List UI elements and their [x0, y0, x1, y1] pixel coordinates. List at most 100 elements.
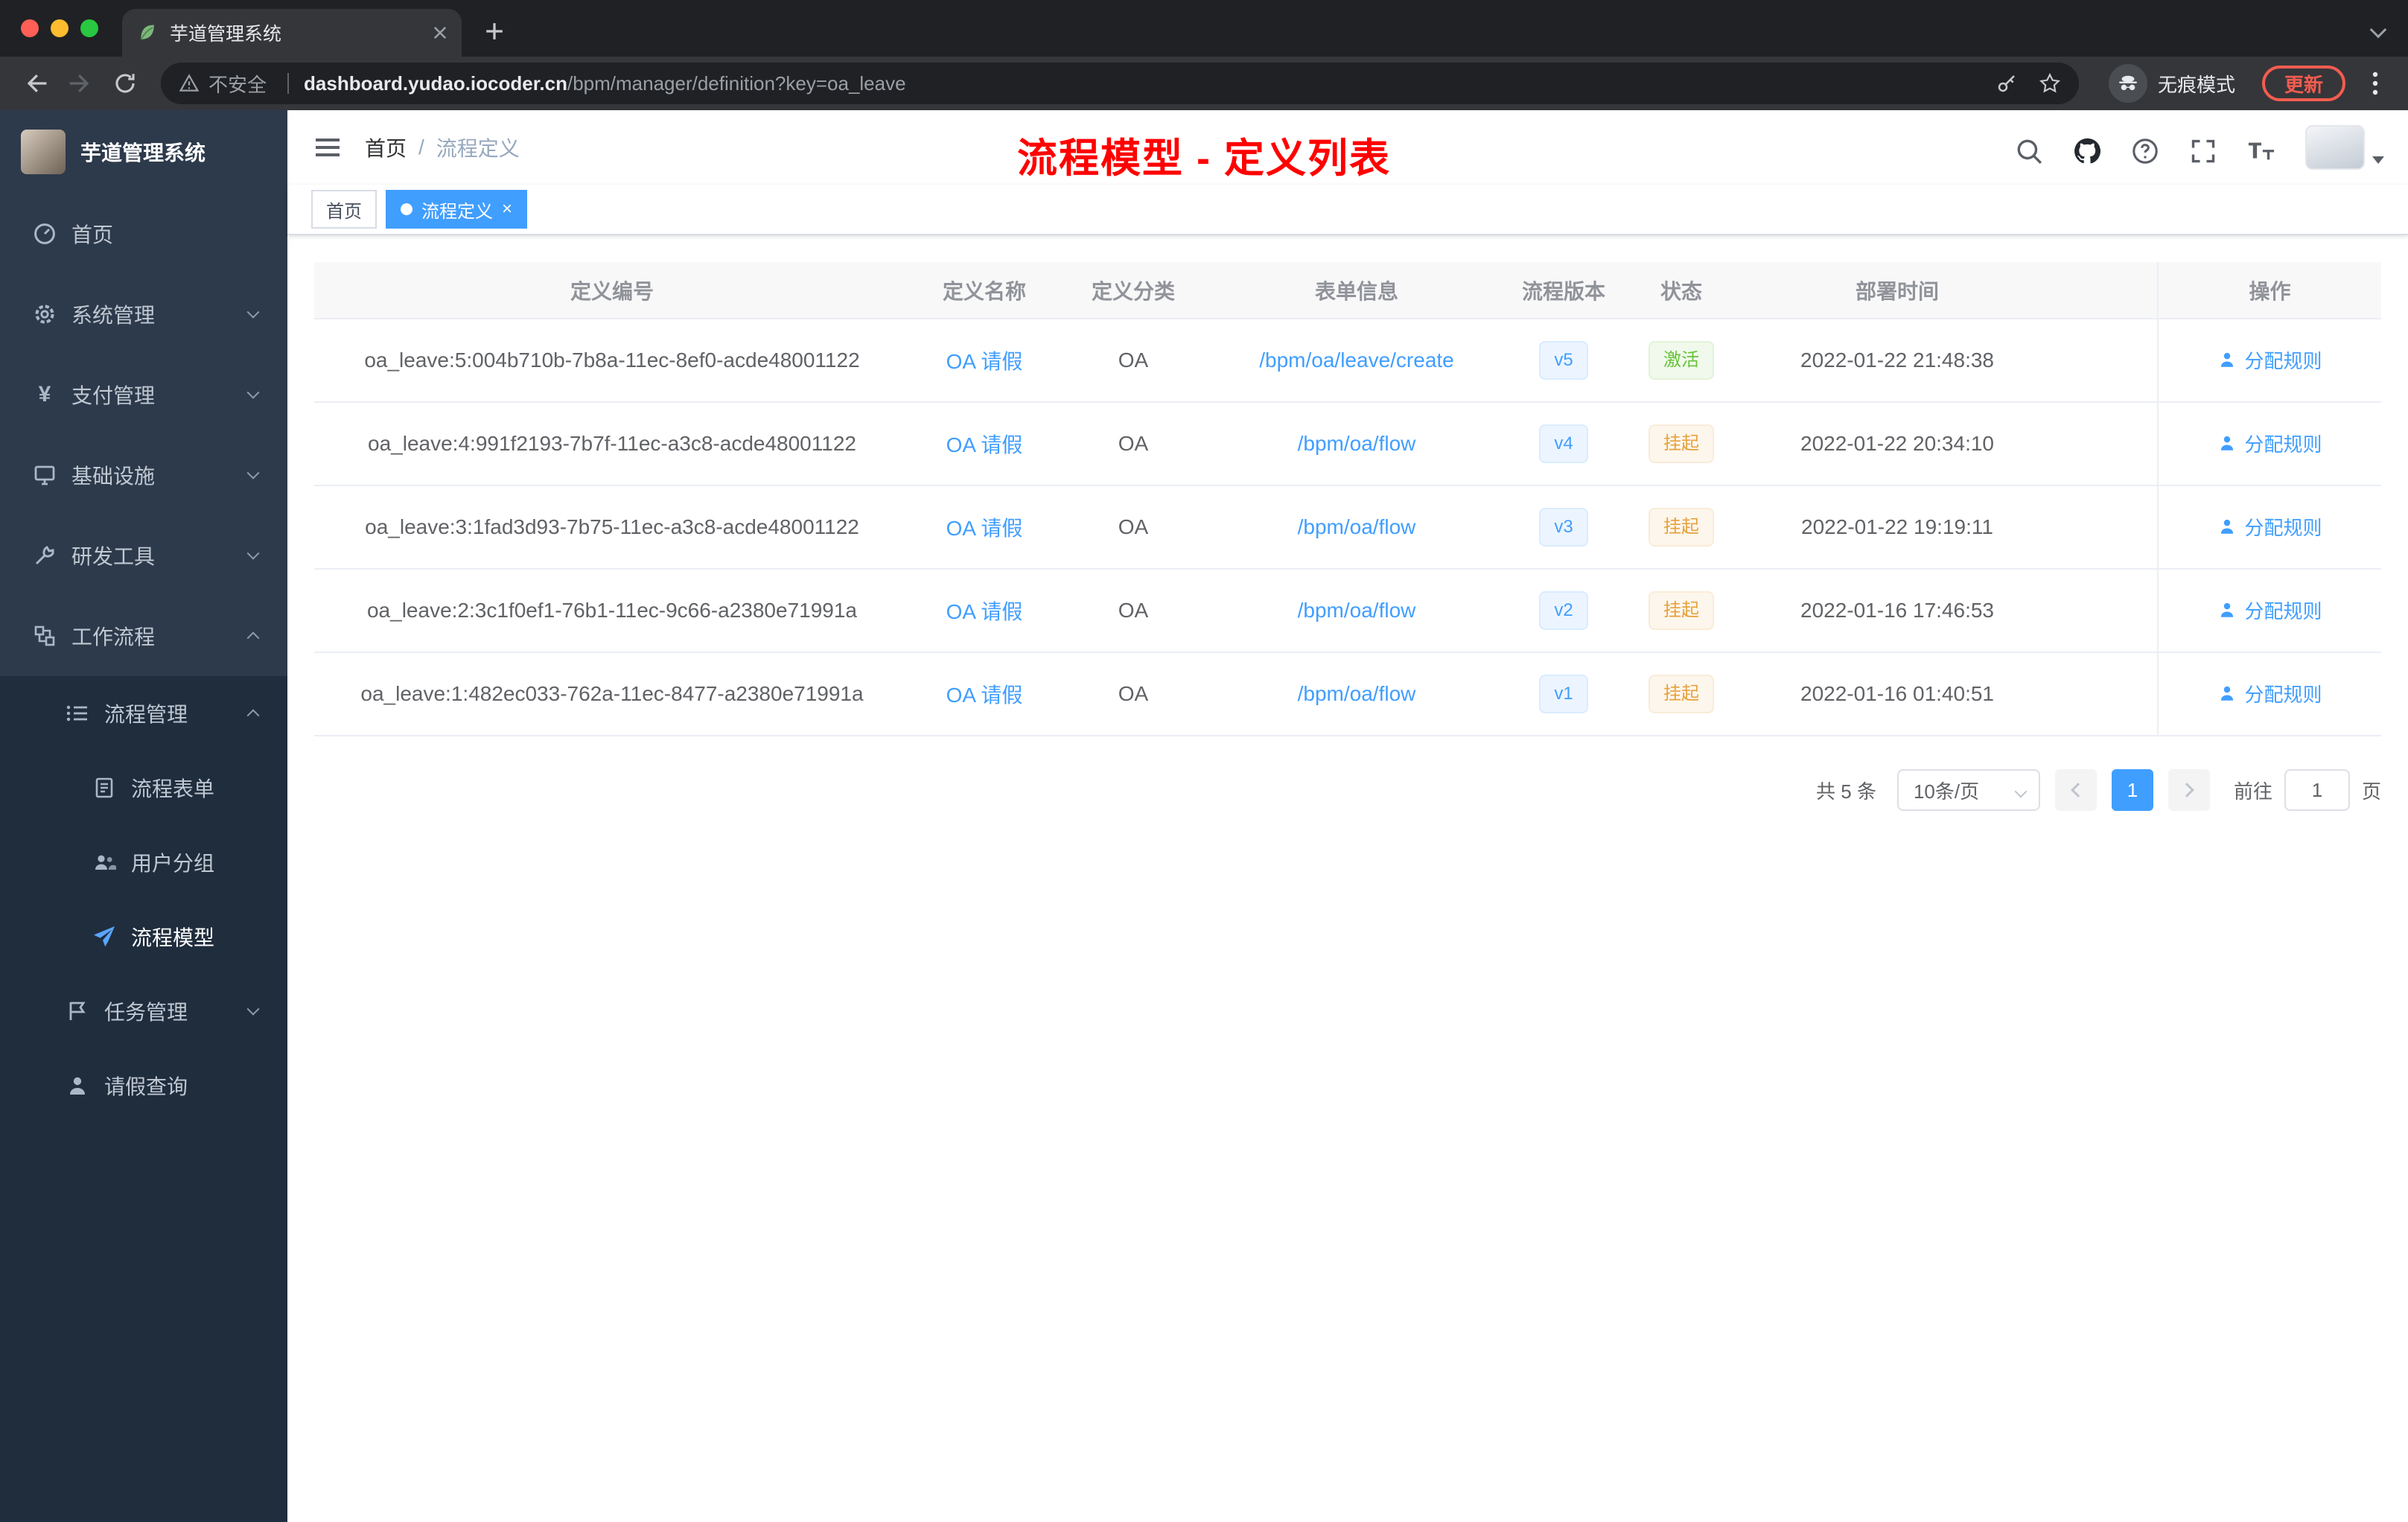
sidebar-item-process-management[interactable]: 流程管理 [0, 676, 287, 751]
url-divider [287, 73, 290, 94]
sidebar-item-process-form[interactable]: 流程表单 [0, 751, 287, 825]
table-row: oa_leave:5:004b710b-7b8a-11ec-8ef0-acde4… [314, 319, 2381, 403]
app-frame: 芋道管理系统 首页 系统管理 ¥ 支付管理 基础设施 研发工具 工作流程 流程管… [0, 110, 2408, 1522]
next-page-button[interactable] [2167, 769, 2210, 811]
form-link[interactable]: /bpm/oa/flow [1298, 515, 1416, 538]
browser-tab[interactable]: 芋道管理系统 [122, 9, 462, 57]
chrome-update-button[interactable]: 更新 [2261, 66, 2345, 101]
table-row: oa_leave:3:1fad3d93-7b75-11ec-a3c8-acde4… [314, 485, 2381, 570]
goto-label: 前往 [2233, 780, 2272, 803]
cell-time: 2022-01-22 20:34:10 [1741, 402, 2054, 486]
table-row: oa_leave:4:991f2193-7b7f-11ec-a3c8-acde4… [314, 402, 2381, 486]
form-link[interactable]: /bpm/oa/flow [1298, 432, 1416, 455]
col-header-version: 流程版本 [1506, 262, 1622, 319]
browser-menu-icon[interactable] [2357, 63, 2393, 104]
definition-name-link[interactable]: OA 请假 [946, 684, 1023, 707]
address-bar[interactable]: 不安全 dashboard.yudao.iocoder.cn/bpm/manag… [161, 63, 2079, 104]
cell-time: 2022-01-22 21:48:38 [1741, 319, 2054, 403]
help-icon[interactable] [2131, 137, 2159, 165]
form-link[interactable]: /bpm/oa/flow [1298, 682, 1416, 705]
cell-id: oa_leave:1:482ec033-762a-11ec-8477-a2380… [314, 652, 910, 736]
tag-process-definition[interactable]: 流程定义 × [386, 190, 528, 229]
definition-name-link[interactable]: OA 请假 [946, 600, 1023, 623]
total-count: 共 5 条 [1816, 780, 1876, 803]
definition-name-link[interactable]: OA 请假 [946, 517, 1023, 540]
user-icon [2217, 433, 2237, 453]
goto-page-input[interactable] [2284, 769, 2350, 811]
user-icon [66, 1074, 89, 1098]
table-row: oa_leave:1:482ec033-762a-11ec-8477-a2380… [314, 652, 2381, 736]
pagination: 共 5 条 10条/页 1 前往 页 [314, 769, 2381, 811]
form-link[interactable]: /bpm/oa/leave/create [1259, 348, 1454, 372]
active-tag-dot [401, 203, 413, 215]
tag-home[interactable]: 首页 [311, 190, 377, 229]
form-link[interactable]: /bpm/oa/flow [1298, 599, 1416, 622]
close-window-button[interactable] [21, 19, 39, 37]
page-size-select[interactable]: 10条/页 [1896, 769, 2040, 811]
search-icon[interactable] [2015, 137, 2043, 165]
breadcrumb-home[interactable]: 首页 [365, 133, 407, 162]
sidebar-item-leave-query[interactable]: 请假查询 [0, 1048, 287, 1123]
sidebar-item-system[interactable]: 系统管理 [0, 274, 287, 354]
page-unit-label: 页 [2361, 780, 2381, 803]
cell-time: 2022-01-22 19:19:11 [1741, 485, 2054, 570]
definition-name-link[interactable]: OA 请假 [946, 433, 1023, 456]
chevron-down-icon [246, 386, 260, 399]
sidebar: 芋道管理系统 首页 系统管理 ¥ 支付管理 基础设施 研发工具 工作流程 流程管… [0, 110, 287, 1522]
version-badge: v3 [1539, 508, 1588, 547]
security-warning-icon[interactable] [179, 73, 200, 94]
version-badge: v2 [1539, 591, 1588, 630]
font-size-icon[interactable] [2247, 137, 2275, 165]
back-button[interactable] [15, 63, 57, 104]
chevron-down-icon [246, 305, 260, 319]
sidebar-item-task-management[interactable]: 任务管理 [0, 974, 287, 1048]
definition-table: 定义编号 定义名称 定义分类 表单信息 流程版本 状态 部署时间 操作 oa_l… [314, 262, 2381, 736]
collapse-sidebar-icon[interactable] [311, 131, 344, 164]
col-header-category: 定义分类 [1059, 262, 1208, 319]
assign-rule-link[interactable]: 分配规则 [2217, 513, 2322, 541]
fullscreen-icon[interactable] [2189, 137, 2217, 165]
assign-rule-link[interactable]: 分配规则 [2217, 596, 2322, 624]
user-icon [2217, 517, 2237, 536]
cell-category: OA [1059, 485, 1208, 570]
user-icon [2217, 600, 2237, 620]
list-icon [66, 701, 89, 725]
status-badge: 挂起 [1649, 675, 1714, 713]
tab-close-icon[interactable] [433, 26, 447, 39]
definition-name-link[interactable]: OA 请假 [946, 350, 1023, 373]
assign-rule-link[interactable]: 分配规则 [2217, 346, 2322, 374]
version-badge: v5 [1539, 341, 1588, 380]
assign-rule-link[interactable]: 分配规则 [2217, 680, 2322, 707]
page-number-button[interactable]: 1 [2111, 769, 2153, 811]
chevron-up-icon [246, 631, 260, 645]
key-icon[interactable] [1995, 72, 2018, 95]
sidebar-item-home[interactable]: 首页 [0, 194, 287, 274]
sidebar-item-infrastructure[interactable]: 基础设施 [0, 435, 287, 515]
url-text[interactable]: dashboard.yudao.iocoder.cn/bpm/manager/d… [304, 72, 1975, 95]
user-icon [2217, 684, 2237, 703]
prev-page-button[interactable] [2054, 769, 2097, 811]
sidebar-item-payment[interactable]: ¥ 支付管理 [0, 354, 287, 435]
bookmark-star-icon[interactable] [2039, 72, 2061, 95]
user-avatar-menu[interactable] [2305, 125, 2384, 170]
tab-search-icon[interactable] [2369, 21, 2387, 39]
sidebar-item-process-model[interactable]: 流程模型 [0, 899, 287, 974]
sidebar-item-workflow[interactable]: 工作流程 [0, 596, 287, 676]
zoom-window-button[interactable] [80, 19, 98, 37]
form-icon [92, 776, 116, 800]
tag-close-icon[interactable]: × [502, 200, 512, 218]
sidebar-item-user-group[interactable]: 用户分组 [0, 825, 287, 899]
tags-view-bar: 首页 流程定义 × [287, 185, 2408, 235]
assign-rule-link[interactable]: 分配规则 [2217, 430, 2322, 457]
breadcrumb: 首页 / 流程定义 [365, 133, 520, 162]
new-tab-button[interactable] [474, 10, 515, 52]
sidebar-item-devtools[interactable]: 研发工具 [0, 515, 287, 596]
reload-button[interactable] [104, 63, 146, 104]
breadcrumb-current: 流程定义 [436, 137, 520, 160]
forward-button[interactable] [60, 63, 101, 104]
sidebar-logo[interactable]: 芋道管理系统 [0, 110, 287, 194]
minimize-window-button[interactable] [51, 19, 69, 37]
chevron-down-icon [2014, 785, 2028, 798]
github-icon[interactable] [2073, 137, 2101, 165]
col-header-id: 定义编号 [314, 262, 910, 319]
